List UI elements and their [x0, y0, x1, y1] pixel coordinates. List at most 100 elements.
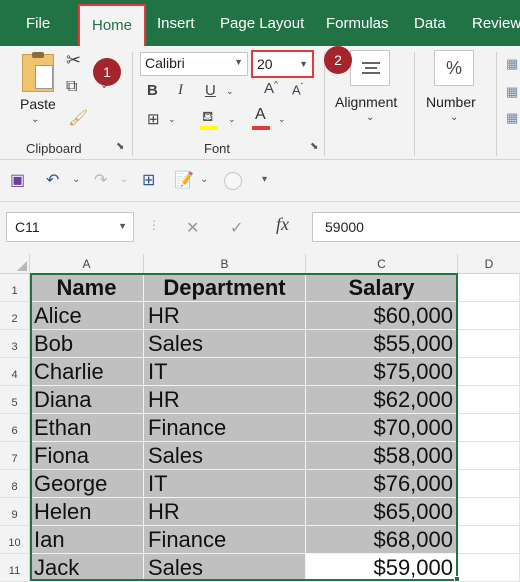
- alignment-icon[interactable]: [350, 50, 390, 86]
- empty-cell[interactable]: [458, 386, 520, 414]
- number-button[interactable]: Number: [426, 94, 476, 110]
- row-header[interactable]: 6: [0, 414, 30, 442]
- table-cell[interactable]: Ian: [30, 526, 144, 554]
- row-header[interactable]: 7: [0, 442, 30, 470]
- table-cell[interactable]: George: [30, 470, 144, 498]
- tab-formulas[interactable]: Formulas: [326, 0, 389, 46]
- column-header-a[interactable]: A: [30, 254, 144, 274]
- table-cell[interactable]: Jack: [30, 554, 144, 582]
- table-cell[interactable]: Sales: [144, 554, 306, 582]
- format-as-table-icon[interactable]: ▦: [506, 84, 518, 100]
- bold-icon[interactable]: B: [147, 82, 158, 99]
- conditional-formatting-icon[interactable]: ▦: [506, 56, 518, 72]
- increase-font-icon[interactable]: A^: [264, 80, 278, 97]
- percent-icon[interactable]: %: [434, 50, 474, 86]
- fill-handle[interactable]: [454, 576, 460, 582]
- table-cell[interactable]: HR: [144, 302, 306, 330]
- form-icon[interactable]: 📝: [174, 170, 194, 190]
- cell-styles-icon[interactable]: ▦: [506, 110, 518, 126]
- alignment-button[interactable]: Alignment: [335, 94, 397, 110]
- table-cell[interactable]: $76,000: [306, 470, 458, 498]
- row-header[interactable]: 5: [0, 386, 30, 414]
- font-launcher-icon[interactable]: ⬊: [310, 141, 318, 152]
- redo-dropdown-icon[interactable]: ⌄: [120, 174, 128, 185]
- borders-dropdown-icon[interactable]: ⌄: [168, 114, 176, 125]
- circle-icon[interactable]: [224, 172, 242, 190]
- table-cell[interactable]: $62,000: [306, 386, 458, 414]
- underline-dropdown-icon[interactable]: ⌄: [226, 86, 234, 97]
- redo-icon[interactable]: ↷: [94, 170, 107, 190]
- table-cell[interactable]: $60,000: [306, 302, 458, 330]
- format-painter-icon[interactable]: 🖌: [68, 108, 88, 128]
- paste-button[interactable]: Paste: [20, 96, 56, 112]
- table-cell[interactable]: Diana: [30, 386, 144, 414]
- empty-cell[interactable]: [458, 526, 520, 554]
- italic-icon[interactable]: I: [178, 82, 183, 99]
- row-header[interactable]: 9: [0, 498, 30, 526]
- empty-cell[interactable]: [458, 302, 520, 330]
- paste-icon[interactable]: [22, 52, 54, 92]
- enter-icon[interactable]: ✓: [230, 218, 243, 238]
- save-icon[interactable]: ▣: [10, 170, 25, 190]
- table-cell[interactable]: Ethan: [30, 414, 144, 442]
- table-cell[interactable]: HR: [144, 498, 306, 526]
- cut-icon[interactable]: ✂: [66, 50, 81, 71]
- row-header[interactable]: 8: [0, 470, 30, 498]
- undo-icon[interactable]: ↶: [46, 170, 59, 190]
- table-cell[interactable]: IT: [144, 358, 306, 386]
- font-name-select[interactable]: Calibri ▼: [140, 52, 248, 76]
- row-header[interactable]: 1: [0, 274, 30, 302]
- font-color-dropdown-icon[interactable]: ⌄: [278, 114, 286, 125]
- table-cell[interactable]: Finance: [144, 526, 306, 554]
- tab-home[interactable]: Home: [78, 4, 147, 46]
- empty-cell[interactable]: [458, 274, 520, 302]
- number-dropdown-icon[interactable]: ⌄: [450, 112, 458, 123]
- table-cell[interactable]: Alice: [30, 302, 144, 330]
- empty-cell[interactable]: [458, 470, 520, 498]
- table-cell[interactable]: Helen: [30, 498, 144, 526]
- empty-cell[interactable]: [458, 330, 520, 358]
- header-cell[interactable]: Name: [30, 274, 144, 302]
- table-cell[interactable]: Charlie: [30, 358, 144, 386]
- select-all-button[interactable]: [0, 254, 30, 274]
- copy-icon[interactable]: ⧉: [66, 78, 77, 96]
- font-color-icon[interactable]: A: [252, 106, 270, 130]
- paste-dropdown-icon[interactable]: ⌄: [31, 114, 39, 125]
- row-header[interactable]: 3: [0, 330, 30, 358]
- table-cell[interactable]: HR: [144, 386, 306, 414]
- empty-cell[interactable]: [458, 442, 520, 470]
- undo-dropdown-icon[interactable]: ⌄: [72, 174, 80, 185]
- tab-insert[interactable]: Insert: [157, 0, 195, 46]
- column-header-d[interactable]: D: [458, 254, 520, 274]
- insert-function-button[interactable]: fx: [276, 214, 289, 235]
- header-cell[interactable]: Department: [144, 274, 306, 302]
- name-box[interactable]: C11 ▼: [6, 212, 134, 242]
- table-cell[interactable]: $75,000: [306, 358, 458, 386]
- table-cell[interactable]: $70,000: [306, 414, 458, 442]
- row-header[interactable]: 2: [0, 302, 30, 330]
- alignment-dropdown-icon[interactable]: ⌄: [366, 112, 374, 123]
- empty-cell[interactable]: [458, 498, 520, 526]
- table-cell[interactable]: $55,000: [306, 330, 458, 358]
- column-header-c[interactable]: C: [306, 254, 458, 274]
- column-header-b[interactable]: B: [144, 254, 306, 274]
- fill-color-dropdown-icon[interactable]: ⌄: [228, 114, 236, 125]
- borders-icon[interactable]: ⊞: [147, 110, 160, 128]
- table-cell[interactable]: $58,000: [306, 442, 458, 470]
- row-header[interactable]: 10: [0, 526, 30, 554]
- table-cell[interactable]: $68,000: [306, 526, 458, 554]
- empty-cell[interactable]: [458, 358, 520, 386]
- tab-review[interactable]: Review: [472, 0, 520, 46]
- underline-icon[interactable]: U: [205, 82, 216, 99]
- table-cell[interactable]: $65,000: [306, 498, 458, 526]
- empty-cell[interactable]: [458, 554, 520, 582]
- table-cell[interactable]: $59,000: [306, 554, 458, 582]
- clipboard-launcher-icon[interactable]: ⬊: [116, 141, 124, 152]
- fill-color-icon[interactable]: ⛾: [200, 108, 218, 130]
- row-header[interactable]: 4: [0, 358, 30, 386]
- font-size-select[interactable]: 20 ▼: [251, 50, 314, 78]
- table-cell[interactable]: Finance: [144, 414, 306, 442]
- empty-cell[interactable]: [458, 414, 520, 442]
- table-cell[interactable]: Sales: [144, 442, 306, 470]
- tab-file[interactable]: File: [26, 0, 50, 46]
